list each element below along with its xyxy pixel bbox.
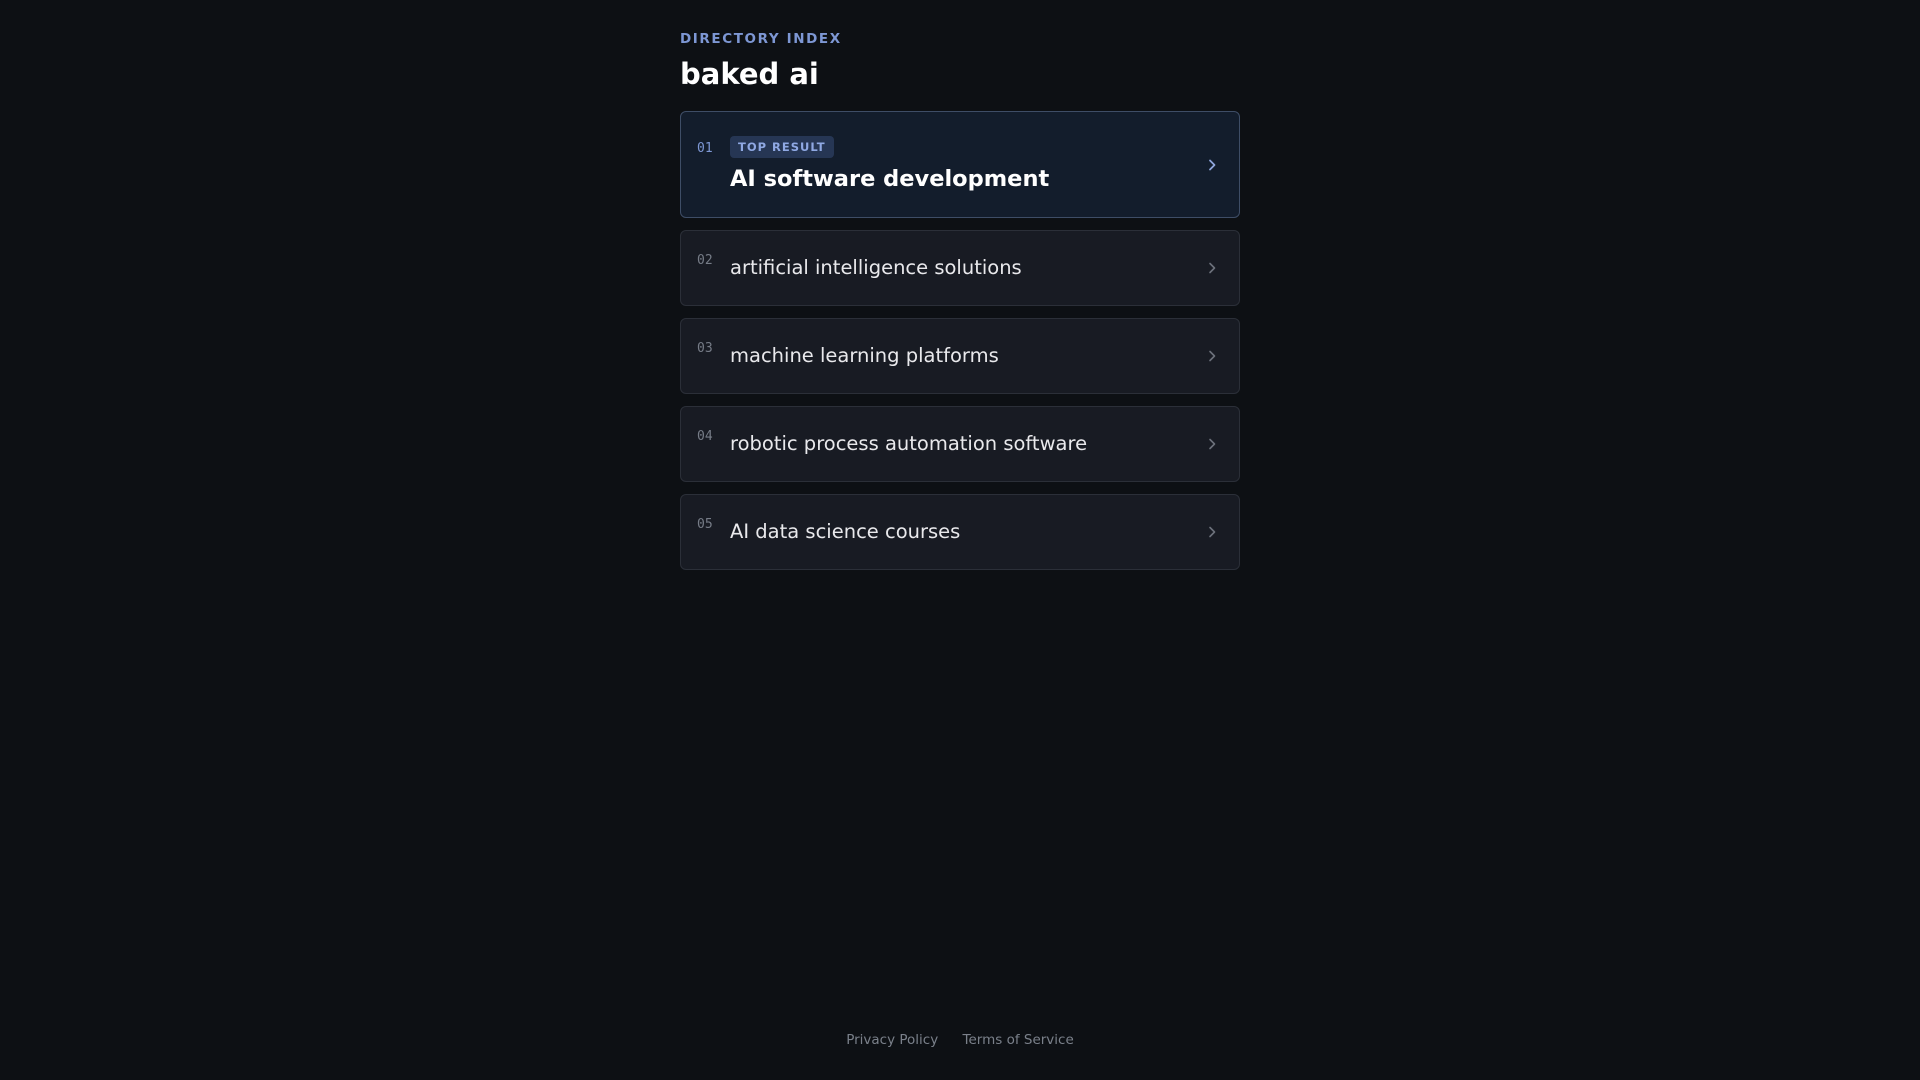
result-label: robotic process automation software [730, 432, 1088, 455]
section-eyebrow: DIRECTORY INDEX [680, 31, 842, 47]
result-label: AI software development [730, 166, 1050, 192]
result-item[interactable]: 05 AI data science courses [680, 494, 1240, 570]
result-item[interactable]: 03 machine learning platforms [680, 318, 1240, 394]
result-item-top[interactable]: 01 TOP RESULT AI software development [680, 111, 1240, 218]
result-number: 05 [697, 517, 713, 532]
chevron-right-icon [1207, 158, 1217, 172]
result-number: 01 [697, 141, 713, 156]
chevron-right-icon [1207, 525, 1217, 539]
chevron-right-icon [1207, 349, 1217, 363]
chevron-right-icon [1207, 261, 1217, 275]
result-item[interactable]: 04 robotic process automation software [680, 406, 1240, 482]
privacy-policy-link[interactable]: Privacy Policy [846, 1032, 938, 1048]
directory-main: DIRECTORY INDEX baked ai 01 TOP RESULT A… [680, 31, 1240, 570]
result-list: 01 TOP RESULT AI software development 02… [680, 111, 1240, 570]
result-number: 02 [697, 253, 713, 268]
result-label: artificial intelligence solutions [730, 256, 1022, 279]
page-title: baked ai [680, 57, 819, 91]
result-number: 03 [697, 341, 713, 356]
result-number: 04 [697, 429, 713, 444]
terms-of-service-link[interactable]: Terms of Service [963, 1032, 1074, 1048]
result-item[interactable]: 02 artificial intelligence solutions [680, 230, 1240, 306]
footer: Privacy Policy Terms of Service [0, 1030, 1920, 1050]
page: DIRECTORY INDEX baked ai 01 TOP RESULT A… [0, 0, 1920, 1080]
chevron-right-icon [1207, 437, 1217, 451]
top-result-badge: TOP RESULT [730, 136, 834, 158]
result-label: machine learning platforms [730, 344, 999, 367]
result-label: AI data science courses [730, 520, 961, 543]
